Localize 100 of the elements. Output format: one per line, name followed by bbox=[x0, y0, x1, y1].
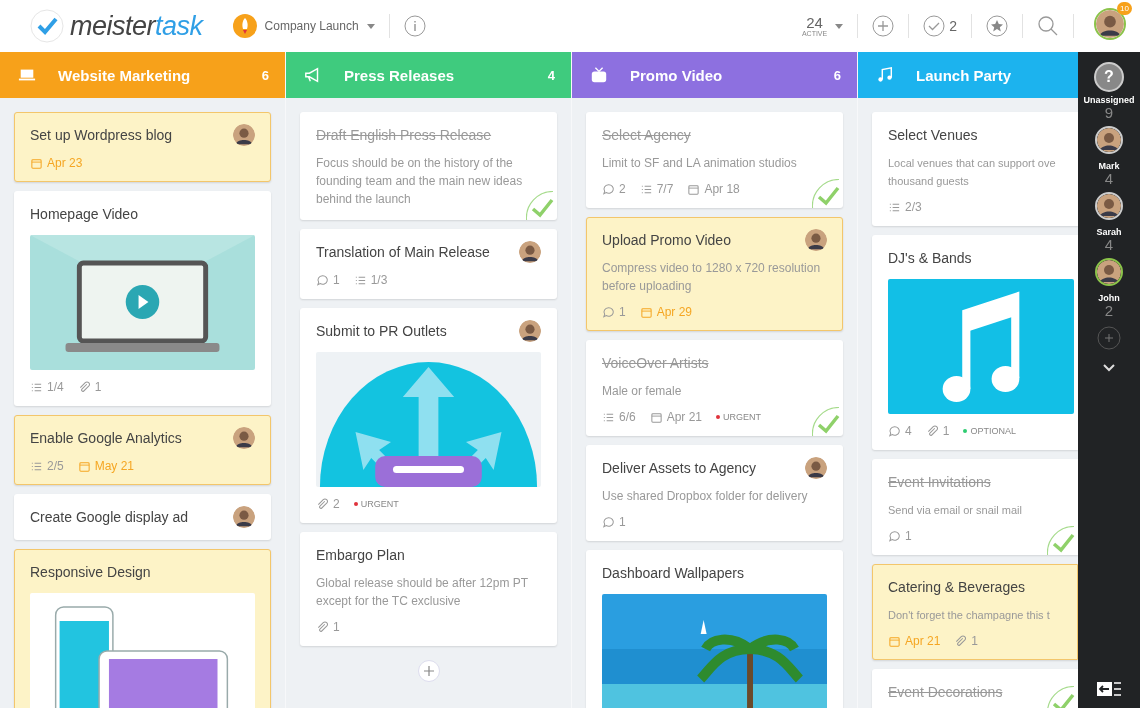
assignee-avatar bbox=[233, 124, 255, 146]
app-logo[interactable]: meistertask bbox=[70, 10, 203, 42]
calendar-icon bbox=[639, 305, 653, 319]
task-title: Select Venues bbox=[888, 127, 978, 143]
task-description: Focus should be on the history of the founding team and the main new ideas behind the launch bbox=[316, 155, 524, 208]
calendar-icon bbox=[30, 156, 43, 170]
comment-icon bbox=[602, 182, 615, 196]
task-title: Deliver Assets to Agency bbox=[602, 460, 757, 476]
info-icon[interactable] bbox=[403, 15, 426, 37]
task-card[interactable]: Deliver Assets to Agency Use shared Dropbox folder for delivery 1 bbox=[586, 445, 843, 541]
task-description: Compress video to 1280 x 720 resolution before uploading bbox=[602, 260, 822, 295]
task-title: Catering & Beverages bbox=[888, 579, 1025, 595]
task-card[interactable]: VoiceOver Artists Male or female 6/6 Apr 21 URGENT bbox=[586, 340, 843, 436]
member-name[interactable]: Mark bbox=[1098, 161, 1120, 171]
logo-check-icon[interactable] bbox=[30, 9, 64, 43]
checklist-count: 1/3 bbox=[370, 273, 388, 287]
task-card[interactable]: Translation of Main Release 1 1/3 bbox=[300, 229, 557, 299]
column-title: Press Releases bbox=[344, 66, 456, 84]
task-title: Set up Wordpress blog bbox=[30, 127, 173, 143]
task-title: Translation of Main Release bbox=[316, 244, 490, 260]
assignee-avatar bbox=[805, 229, 827, 251]
task-title: Responsive Design bbox=[30, 564, 151, 580]
column-count: 6 bbox=[261, 67, 269, 83]
date-count: Apr 21 bbox=[905, 634, 941, 648]
task-card[interactable]: Dashboard Wallpapers bbox=[586, 550, 843, 708]
completed-count[interactable]: 2 bbox=[949, 18, 957, 34]
add-member-icon[interactable] bbox=[1097, 326, 1121, 350]
tag-label: URGENT bbox=[716, 412, 762, 422]
project-selector[interactable]: Company Launch bbox=[264, 19, 359, 33]
task-description: Send via email or snail mail bbox=[888, 503, 1023, 518]
done-check-icon bbox=[526, 191, 555, 220]
caret-icon[interactable] bbox=[835, 23, 844, 29]
member-avatar bbox=[1095, 258, 1123, 286]
member-name[interactable]: John bbox=[1098, 293, 1120, 303]
date-count: Apr 29 bbox=[656, 305, 693, 319]
assignee-avatar bbox=[519, 320, 541, 342]
task-title: Event Invitations bbox=[888, 474, 991, 490]
paperclip-icon bbox=[954, 634, 968, 648]
comment-count: 1 bbox=[905, 529, 912, 543]
column-title: Promo Video bbox=[630, 66, 724, 84]
checklist-count: 2/3 bbox=[905, 200, 922, 214]
task-title: Create Google display ad bbox=[30, 509, 188, 525]
comment-count: 1 bbox=[333, 273, 340, 287]
task-card[interactable]: Upload Promo Video Compress video to 1280 x 720 resolution before uploading 1 Apr 29 bbox=[586, 217, 843, 331]
assignee-avatar bbox=[233, 427, 255, 449]
member-task-count: 2 bbox=[1104, 303, 1114, 318]
task-card[interactable]: Set up Wordpress blog Apr 23 bbox=[14, 112, 271, 182]
task-card[interactable]: Enable Google Analytics 2/5 May 21 bbox=[14, 415, 271, 485]
member-name[interactable]: Sarah bbox=[1096, 227, 1122, 237]
tag-label: URGENT bbox=[353, 499, 399, 509]
task-title: VoiceOver Artists bbox=[602, 355, 709, 371]
task-card[interactable]: Embargo Plan Global release should be after 12pm PT except for the TC exclusive 1 bbox=[300, 532, 557, 646]
column-title: Website Marketing bbox=[58, 66, 192, 84]
active-count[interactable]: 24 bbox=[806, 15, 823, 30]
date-count: May 21 bbox=[94, 459, 135, 473]
task-description: Use shared Dropbox folder for delivery bbox=[602, 488, 809, 505]
member-name[interactable]: Unassigned bbox=[1083, 95, 1135, 105]
task-description: Limit to SF and LA animation studios bbox=[602, 155, 798, 172]
music-note-icon bbox=[876, 66, 894, 84]
checklist-count: 1/4 bbox=[47, 380, 64, 394]
chevron-down-icon[interactable] bbox=[1103, 364, 1115, 372]
task-title: Upload Promo Video bbox=[602, 232, 731, 248]
task-card[interactable]: Create Google display ad bbox=[14, 494, 271, 540]
column-count: 6 bbox=[833, 67, 841, 83]
caret-icon[interactable] bbox=[366, 23, 375, 29]
calendar-icon bbox=[77, 459, 91, 473]
task-title: Homepage Video bbox=[30, 206, 138, 222]
task-title: Embargo Plan bbox=[316, 547, 405, 563]
calendar-icon bbox=[687, 182, 701, 196]
tv-icon bbox=[590, 66, 608, 84]
assignee-avatar bbox=[805, 457, 827, 479]
check-circle-icon[interactable] bbox=[923, 15, 946, 37]
calendar-icon bbox=[888, 634, 901, 648]
comment-icon bbox=[888, 529, 901, 543]
add-icon[interactable] bbox=[872, 15, 895, 37]
member-avatar bbox=[1095, 126, 1123, 154]
search-icon[interactable] bbox=[1037, 15, 1059, 37]
task-title: Draft English Press Release bbox=[316, 127, 492, 143]
comment-count: 1 bbox=[619, 305, 626, 319]
paperclip-icon bbox=[77, 380, 91, 394]
comment-icon bbox=[602, 305, 615, 319]
member-avatar bbox=[1095, 192, 1123, 220]
add-task-button[interactable] bbox=[417, 660, 440, 682]
done-check-icon bbox=[812, 407, 841, 436]
task-card[interactable]: Responsive Design bbox=[14, 549, 271, 708]
task-card[interactable]: Homepage Video 1/4 1 bbox=[14, 191, 271, 406]
date-count: Apr 23 bbox=[47, 156, 83, 170]
task-card[interactable]: Submit to PR Outlets 2 URGENT bbox=[300, 308, 557, 523]
task-card[interactable]: DJ's & Bands 4 1 OPTIONAL bbox=[872, 235, 1078, 450]
collapse-panel-icon[interactable] bbox=[1097, 680, 1121, 698]
paperclip-icon bbox=[316, 620, 329, 634]
task-card[interactable]: Select Venues Local venues that can support ove thousand guests 2/3 bbox=[872, 112, 1078, 226]
checklist-count: 2/5 bbox=[47, 459, 64, 473]
task-title: DJ's & Bands bbox=[888, 250, 972, 266]
done-check-icon bbox=[1047, 686, 1076, 708]
checklist-count: 6/6 bbox=[619, 410, 636, 424]
task-description: Male or female bbox=[602, 383, 683, 400]
task-card[interactable]: Catering & Beverages Don't forget the champagne this t Apr 21 1 bbox=[872, 564, 1078, 660]
comment-count: 4 bbox=[905, 424, 912, 438]
unassigned-avatar[interactable]: ? bbox=[1094, 62, 1124, 92]
